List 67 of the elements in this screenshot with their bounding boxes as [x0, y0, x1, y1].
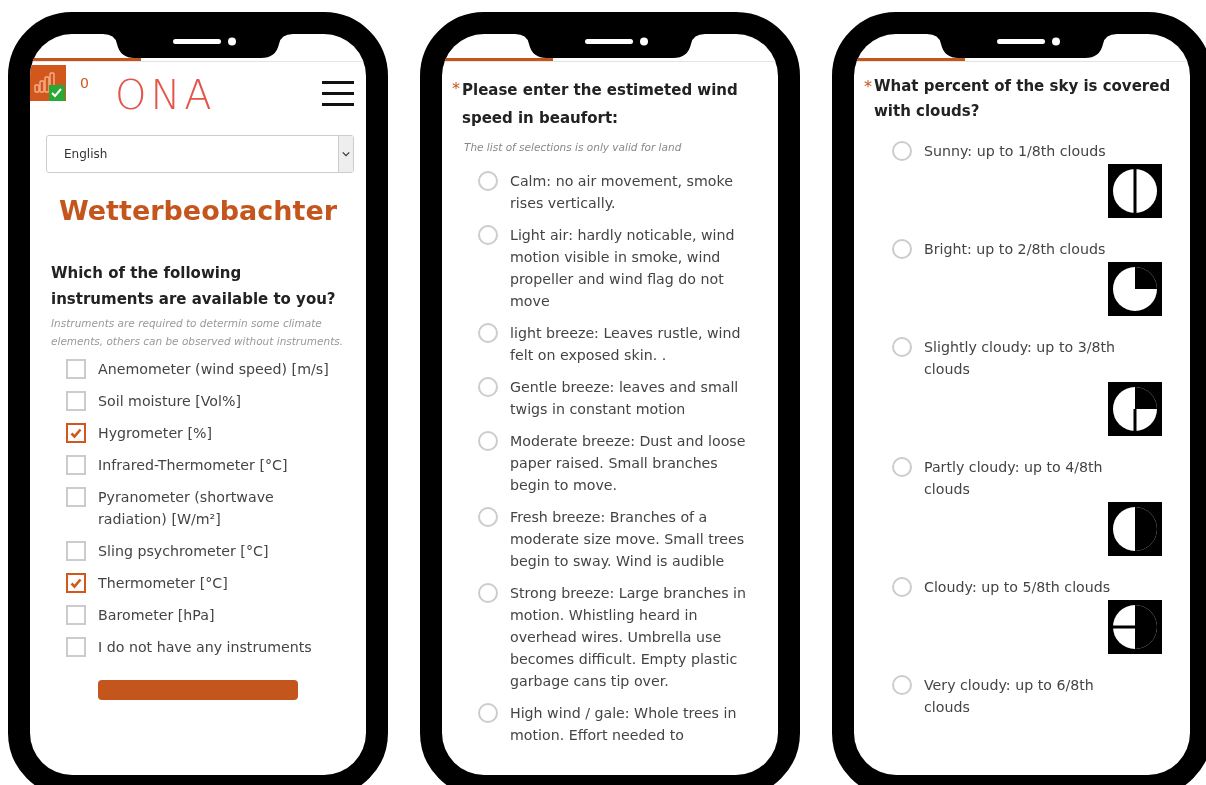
checkbox[interactable] [66, 423, 86, 443]
radio-button[interactable] [892, 577, 912, 597]
question-text: What percent of the sky is covered with clouds? [874, 76, 1172, 122]
radio-button[interactable] [892, 675, 912, 695]
radio-button[interactable] [478, 583, 498, 603]
checkbox[interactable] [66, 605, 86, 625]
radio-button[interactable] [478, 171, 498, 191]
next-button[interactable] [98, 680, 298, 700]
radio-button[interactable] [478, 225, 498, 245]
cloud-cover-symbol-icon [1108, 600, 1162, 654]
chevron-down-icon [342, 151, 350, 157]
option-label: Partly cloudy: up to 4/8th clouds [924, 458, 1104, 499]
pending-count: 0 [80, 75, 89, 91]
checkbox[interactable] [66, 359, 86, 379]
option-label: Calm: no air movement, smoke rises vertically. [510, 172, 734, 213]
radio-button[interactable] [478, 377, 498, 397]
radio-button[interactable] [478, 431, 498, 451]
required-marker: * [452, 78, 460, 100]
option-label: Light air: hardly noticable, wind motion visible in smoke, wind propeller and wind flag do not move [510, 226, 736, 311]
option-label: Moderate breeze: Dust and loose paper raised. Small branches begin to move. [510, 432, 747, 495]
option-label: Barometer [hPa] [98, 606, 215, 625]
checkbox[interactable] [66, 573, 86, 593]
checkmark-icon [70, 577, 82, 589]
option-label: light breeze: Leaves rustle, wind felt on exposed skin. . [510, 324, 742, 365]
radio-button[interactable] [892, 141, 912, 161]
cloud-cover-symbol-icon [1108, 262, 1162, 316]
checkbox[interactable] [66, 455, 86, 475]
required-marker: * [864, 76, 872, 98]
option-label: Very cloudy: up to 6/8th clouds [924, 676, 1095, 717]
checkbox[interactable] [66, 487, 86, 507]
option-label: Anemometer (wind speed) [m/s] [98, 360, 329, 379]
checkbox[interactable] [66, 637, 86, 657]
language-select[interactable]: English [46, 135, 354, 173]
radio-button[interactable] [478, 703, 498, 723]
option-label: High wind / gale: Whole trees in motion. Effort needed to [510, 704, 738, 745]
checkbox[interactable] [66, 391, 86, 411]
option-label: Infrared-Thermometer [°C] [98, 456, 288, 475]
question-text: Please enter the estimeted wind speed in beaufort: [462, 80, 739, 129]
checkbox[interactable] [66, 541, 86, 561]
option-label: Pyranometer (shortwave radiation) [W/m²] [98, 488, 275, 529]
option-label: Thermometer [°C] [98, 574, 228, 593]
option-label: Fresh breeze: Branches of a moderate size move. Small trees begin to sway. Wind is audible [510, 508, 746, 571]
menu-icon[interactable] [322, 81, 354, 107]
cloud-cover-symbol-icon [1108, 164, 1162, 218]
option-label: Sling psychrometer [°C] [98, 542, 269, 561]
cloud-cover-symbol-icon [1108, 502, 1162, 556]
page-title: Wetterbeobachter [57, 195, 339, 226]
logo: ONA [114, 75, 216, 115]
option-label: Hygrometer [%] [98, 424, 212, 443]
question-hint: The list of selections is only valid for land [464, 140, 683, 155]
option-label: Gentle breeze: leaves and small twigs in constant motion [510, 378, 740, 419]
radio-button[interactable] [478, 507, 498, 527]
checkmark-icon [70, 427, 82, 439]
option-label: Strong breeze: Large branches in motion. Whistling heard in overhead wires. Umbrella use becomes difficult. Empty plastic garbage cans tip over. [510, 584, 748, 691]
option-label: Slightly cloudy: up to 3/8th clouds [924, 338, 1117, 379]
option-label: Cloudy: up to 5/8th clouds [924, 578, 1111, 597]
cloud-cover-symbol-icon [1108, 382, 1162, 436]
radio-button[interactable] [892, 457, 912, 477]
option-label: Sunny: up to 1/8th clouds [924, 142, 1106, 161]
question-text: Which of the following instruments are available to you? [51, 263, 337, 310]
option-label: Bright: up to 2/8th clouds [924, 240, 1106, 259]
option-label: Soil moisture [Vol%] [98, 392, 241, 411]
radio-button[interactable] [892, 239, 912, 259]
radio-button[interactable] [892, 337, 912, 357]
radio-button[interactable] [478, 323, 498, 343]
option-label: I do not have any instruments [98, 638, 312, 657]
question-hint: Instruments are required to determin some climate elements, others can be observed without instruments. [51, 316, 345, 349]
